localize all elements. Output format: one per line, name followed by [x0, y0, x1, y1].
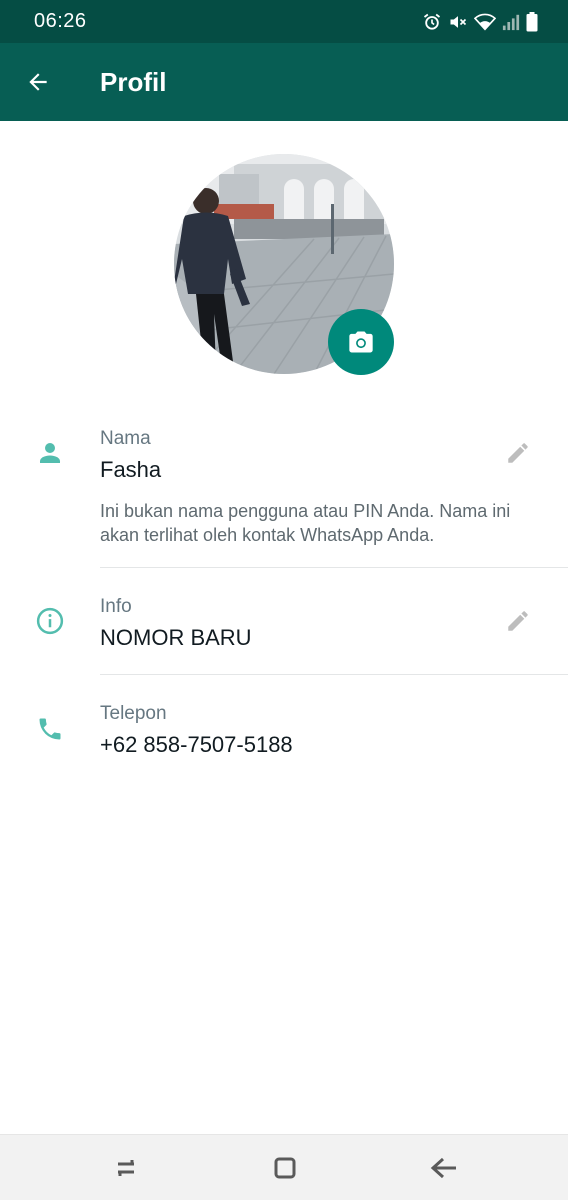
pencil-icon	[508, 611, 528, 631]
back-button[interactable]	[18, 62, 58, 102]
phone-label: Telepon	[100, 703, 167, 724]
phone-icon	[32, 711, 68, 747]
recent-apps-button[interactable]	[110, 1152, 142, 1184]
camera-icon	[349, 331, 373, 353]
person-icon	[32, 435, 68, 471]
name-label: Nama	[100, 428, 151, 449]
info-value[interactable]: NOMOR BARU	[100, 625, 252, 651]
phone-value: +62 858-7507-5188	[100, 732, 293, 757]
name-value[interactable]: Fasha	[100, 457, 161, 483]
divider	[100, 674, 568, 675]
app-bar: Profil	[0, 43, 568, 121]
status-bar: 06:26	[0, 0, 568, 43]
mute-icon	[450, 16, 467, 28]
change-photo-button[interactable]	[328, 309, 394, 375]
info-icon	[32, 603, 68, 639]
system-back-button[interactable]	[428, 1152, 460, 1184]
signal-icon	[502, 14, 520, 31]
system-nav-bar	[0, 1134, 568, 1200]
name-helper-text: Ini bukan nama pengguna atau PIN Anda. N…	[100, 501, 511, 545]
pencil-icon	[508, 443, 528, 463]
status-time: 06:26	[34, 10, 87, 32]
home-icon	[274, 1157, 296, 1179]
recent-apps-icon	[118, 1160, 134, 1176]
wifi-icon	[474, 13, 496, 31]
status-icons	[422, 11, 538, 33]
info-label: Info	[100, 596, 132, 617]
alarm-icon	[423, 13, 441, 30]
edit-name-button[interactable]	[500, 435, 536, 471]
arrow-left-icon	[29, 73, 47, 91]
home-button[interactable]	[269, 1152, 301, 1184]
profile-photo-container	[174, 154, 394, 375]
battery-icon	[526, 12, 538, 32]
page-title: Profil	[100, 67, 167, 97]
back-icon	[430, 1157, 456, 1179]
edit-info-button[interactable]	[500, 603, 536, 639]
divider	[100, 567, 568, 568]
